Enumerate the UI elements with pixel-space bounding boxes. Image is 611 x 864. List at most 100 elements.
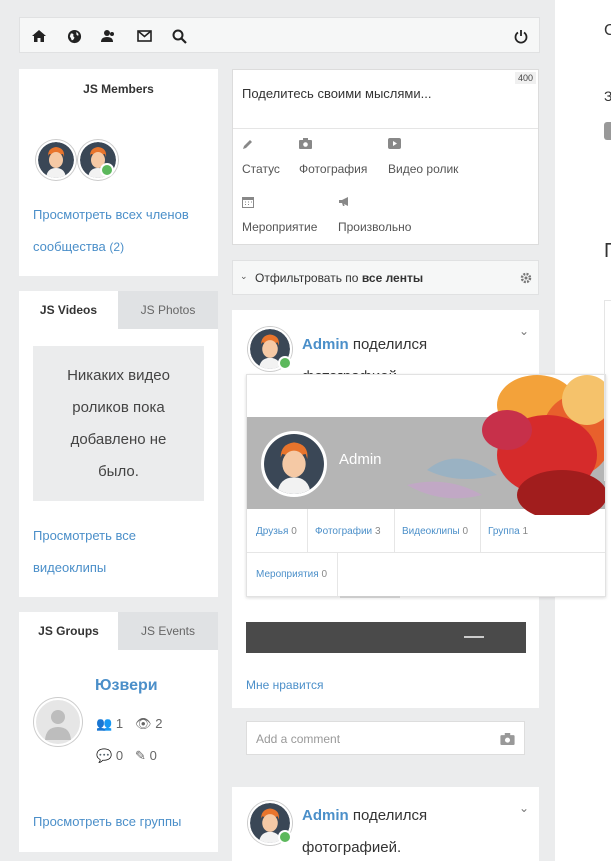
view-all-videos-link[interactable]: Просмотреть все видеоклипы: [33, 520, 183, 584]
profile-card-avatar[interactable]: [261, 431, 327, 497]
group-edits-stat: ✎ 0: [135, 748, 157, 764]
power-icon[interactable]: [512, 27, 530, 45]
view-all-members-link[interactable]: Просмотреть всех членов сообщества (2): [33, 199, 213, 263]
group-views-stat: 👁 2: [135, 716, 162, 732]
right-gray-button[interactable]: [604, 122, 611, 140]
filter-prefix: Отфильтровать по: [255, 271, 359, 285]
chevron-down-icon[interactable]: ⌄: [240, 271, 248, 282]
online-status-icon: [278, 830, 292, 844]
group-members-count: 1: [115, 716, 124, 731]
event-action[interactable]: Мероприятие: [242, 196, 317, 234]
media-tabs: JS Videos JS Photos: [19, 291, 219, 329]
megaphone-icon: [338, 196, 411, 212]
users-icon[interactable]: [99, 27, 117, 45]
tab-groups[interactable]: JS Groups: [19, 612, 118, 650]
play-icon: [388, 138, 458, 154]
group-members-stat: 👥 1: [96, 716, 123, 732]
photo-action[interactable]: Фотография: [299, 138, 367, 176]
decorative-flower-art: [407, 375, 605, 515]
status-composer: Поделитесь своими мыслями... 400 Статус …: [232, 69, 539, 245]
tab-events[interactable]: JS Events: [118, 612, 218, 650]
chevron-down-icon[interactable]: ⌄: [519, 801, 529, 815]
filter-label[interactable]: Отфильтровать по все ленты: [255, 271, 423, 285]
profile-link-group-label[interactable]: Группа 1: [488, 526, 528, 537]
right-section-letter: П: [604, 240, 611, 263]
comment-placeholder[interactable]: Add a comment: [256, 732, 340, 746]
shared-photo-card[interactable]: Admin Друзья 0 Фотографии 3 Видеоклипы 0…: [246, 374, 606, 597]
top-toolbar: [19, 17, 540, 53]
photo-footer-line: [464, 636, 484, 638]
group-comments-stat: 💬 0: [96, 748, 123, 764]
group-avatar[interactable]: [34, 698, 82, 746]
profile-links: Друзья 0 Фотографии 3 Видеоклипы 0 Групп…: [247, 509, 605, 596]
composer-divider: [233, 128, 538, 129]
camera-icon[interactable]: [500, 732, 515, 750]
photo-caption-line: [340, 596, 400, 598]
composer-input[interactable]: Поделитесь своими мыслями... 400: [233, 70, 538, 128]
tab-videos[interactable]: JS Videos: [19, 291, 118, 329]
feed-filter-bar[interactable]: ⌄ Отфильтровать по все ленты: [232, 260, 539, 295]
pencil-icon: [242, 138, 280, 154]
empty-videos-box: Никаких видео роликов пока добавлено не …: [33, 346, 204, 501]
feed-post: Admin поделился фотографией. ⌄ Admin Дру…: [232, 310, 606, 772]
users-icon: 👥: [96, 716, 113, 731]
post-author-link[interactable]: Admin: [302, 807, 349, 824]
profile-link-friends-label[interactable]: Друзья 0: [256, 526, 297, 537]
camera-icon: [299, 138, 367, 154]
right-text-letter: З: [604, 88, 611, 104]
comment-area: Add a comment: [232, 708, 539, 772]
profile-link-events-label[interactable]: Мероприятия 0: [256, 569, 327, 580]
comment-icon: 💬: [96, 748, 113, 763]
groups-panel: JS Groups JS Events Юзвери 👥 1 👁 2 💬 0 ✎…: [19, 612, 218, 852]
post-author-link[interactable]: Admin: [302, 336, 349, 353]
group-comments-count: 0: [115, 748, 124, 763]
comment-input[interactable]: Add a comment: [246, 721, 525, 755]
tab-photos[interactable]: JS Photos: [118, 291, 218, 329]
video-action[interactable]: Видео ролик: [388, 138, 458, 176]
event-action-label[interactable]: Мероприятие: [242, 220, 317, 234]
gear-icon[interactable]: [520, 271, 532, 289]
members-title: JS Members: [83, 82, 154, 96]
feed-post: Admin поделился фотографией. ⌄: [232, 787, 539, 861]
group-stats-row-1: 👥 1 👁 2: [96, 716, 162, 732]
filter-value[interactable]: все ленты: [362, 271, 423, 285]
post-header-text: Admin поделился фотографией.: [302, 329, 502, 377]
member-avatar[interactable]: [36, 140, 76, 180]
profile-link-photos-label[interactable]: Фотографии 3: [315, 526, 381, 537]
photo-action-label[interactable]: Фотография: [299, 162, 367, 176]
pencil-icon: ✎: [135, 748, 146, 763]
status-action-label[interactable]: Статус: [242, 162, 280, 176]
groups-tabs: JS Groups JS Events: [19, 612, 219, 650]
search-icon[interactable]: [170, 27, 188, 45]
home-icon[interactable]: [30, 27, 48, 45]
chevron-down-icon[interactable]: ⌄: [519, 324, 529, 338]
custom-action[interactable]: Произвольно: [338, 196, 411, 234]
video-action-label[interactable]: Видео ролик: [388, 162, 458, 176]
right-heading-letter: С: [604, 22, 611, 39]
right-box-edge: [604, 300, 611, 481]
post-header-text: Admin поделился фотографией.: [302, 800, 502, 864]
group-views-count: 2: [155, 716, 163, 731]
profile-card-name[interactable]: Admin: [339, 451, 382, 468]
members-panel: JS Members Просмотреть всех членов сообщ…: [19, 69, 218, 276]
members-count: (2): [109, 240, 125, 254]
eye-icon: 👁: [135, 716, 152, 731]
view-all-groups-link[interactable]: Просмотреть все группы: [33, 806, 181, 838]
photo-footer-bar: [246, 622, 526, 653]
group-name-link[interactable]: Юзвери: [95, 677, 158, 695]
group-edits-count: 0: [149, 748, 157, 763]
profile-link-videos-label[interactable]: Видеоклипы 0: [402, 526, 468, 537]
globe-icon[interactable]: [65, 27, 83, 45]
char-limit-counter: 400: [514, 72, 536, 84]
composer-placeholder[interactable]: Поделитесь своими мыслями...: [242, 86, 431, 101]
group-stats-row-2: 💬 0 ✎ 0: [96, 748, 157, 764]
envelope-icon[interactable]: [135, 27, 153, 45]
calendar-icon: [242, 196, 317, 212]
status-action[interactable]: Статус: [242, 138, 280, 176]
like-link[interactable]: Мне нравится: [246, 678, 324, 692]
empty-videos-message: Никаких видео роликов пока добавлено не …: [67, 366, 170, 480]
media-panel: JS Videos JS Photos Никаких видео ролико…: [19, 291, 218, 597]
online-status-icon: [278, 356, 292, 370]
custom-action-label[interactable]: Произвольно: [338, 220, 411, 234]
online-status-icon: [100, 163, 114, 177]
